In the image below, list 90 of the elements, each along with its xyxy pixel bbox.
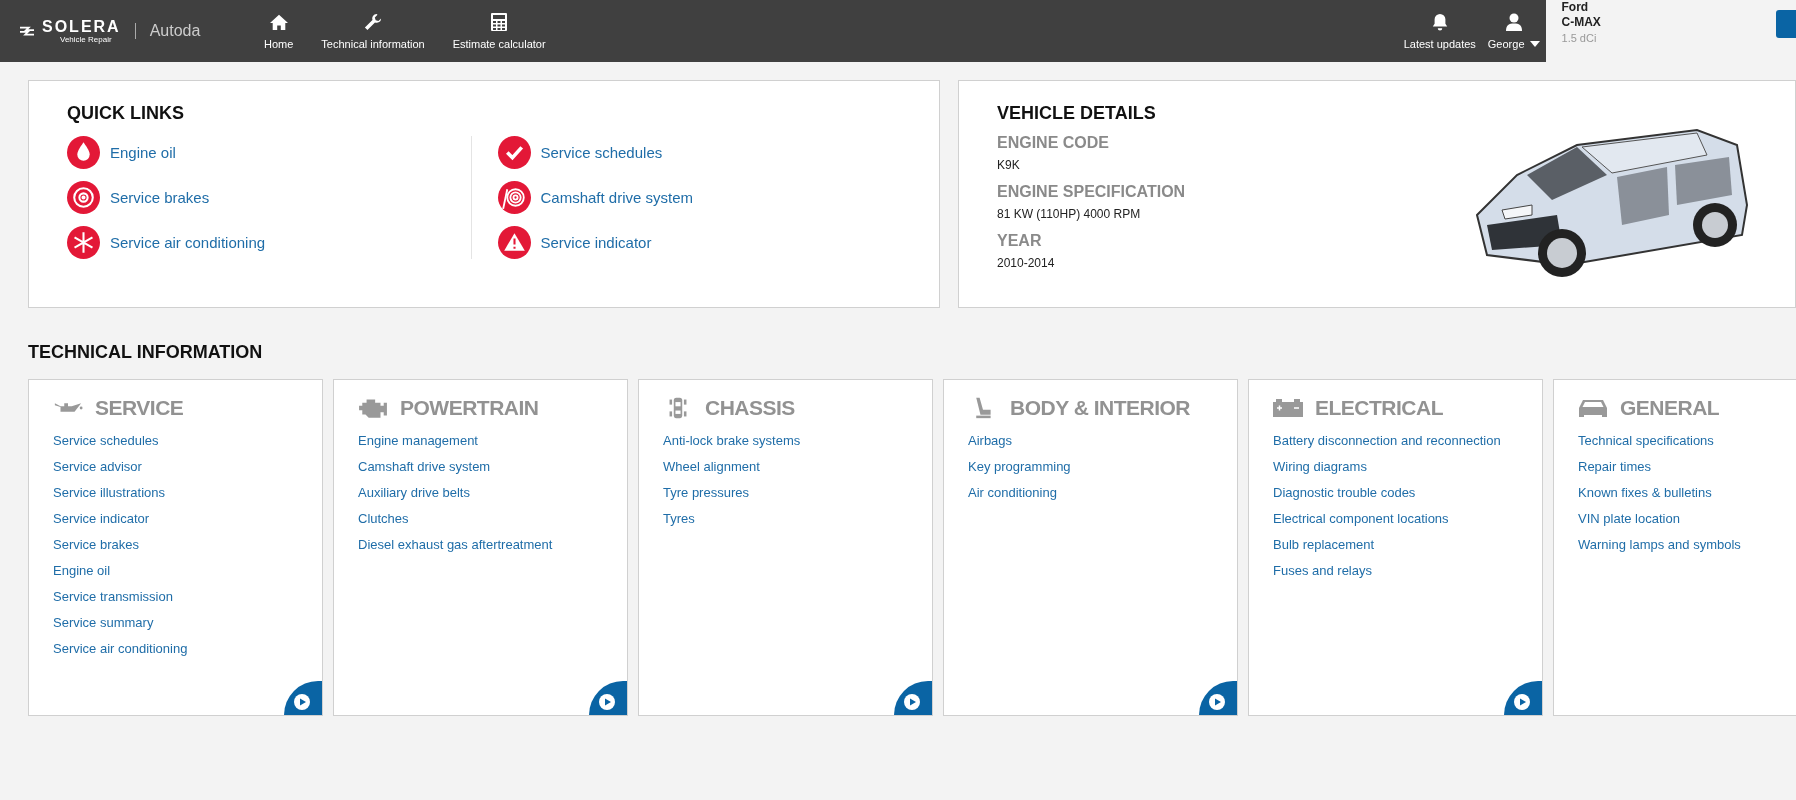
category-link[interactable]: Tyre pressures	[663, 485, 908, 500]
wrench-icon	[364, 12, 382, 31]
quick-link[interactable]: Service indicator	[497, 226, 901, 259]
drop-icon	[67, 136, 100, 169]
play-icon	[599, 694, 615, 710]
vehicle-model: C-MAX	[1561, 15, 1602, 30]
category-link[interactable]: Key programming	[968, 459, 1213, 474]
engine-icon	[358, 397, 388, 419]
category-title: GENERAL	[1620, 396, 1720, 420]
category-title: CHASSIS	[705, 396, 795, 420]
field-value: K9K	[997, 158, 1021, 172]
category-title: ELECTRICAL	[1315, 396, 1443, 420]
technical-information-title: TECHNICAL INFORMATION	[28, 342, 264, 363]
quick-links-title: QUICK LINKS	[67, 103, 185, 124]
category-link[interactable]: Wiring diagrams	[1273, 459, 1518, 474]
category-link[interactable]: Anti-lock brake systems	[663, 433, 908, 448]
category-link[interactable]: Service summary	[53, 615, 298, 630]
category-link[interactable]: Technical specifications	[1578, 433, 1796, 448]
play-icon	[294, 694, 310, 710]
user-menu[interactable]: George	[1481, 12, 1546, 50]
belt-pulley-icon	[497, 181, 531, 214]
logo-icon	[18, 24, 36, 38]
product-name: Autoda	[149, 22, 201, 40]
category-link[interactable]: Warning lamps and symbols	[1578, 537, 1796, 552]
category-link[interactable]: Service air conditioning	[53, 641, 298, 656]
category-title: POWERTRAIN	[400, 396, 539, 420]
play-button[interactable]	[589, 681, 627, 715]
category-link[interactable]: Service transmission	[53, 589, 298, 604]
play-button[interactable]	[1199, 681, 1237, 715]
category-link[interactable]: Airbags	[968, 433, 1213, 448]
category-link[interactable]: Diagnostic trouble codes	[1273, 485, 1518, 500]
checkmark-icon	[497, 136, 531, 169]
play-button[interactable]	[894, 681, 932, 715]
quick-link[interactable]: Camshaft drive system	[497, 181, 901, 214]
category-link[interactable]: Camshaft drive system	[358, 459, 603, 474]
category-link[interactable]: Service illustrations	[53, 485, 298, 500]
vehicle-make: Ford	[1561, 0, 1590, 15]
home-icon	[269, 12, 288, 31]
field-value: 81 KW (110HP) 4000 RPM	[997, 207, 1142, 221]
category-link[interactable]: Service schedules	[53, 433, 298, 448]
category-link[interactable]: Bulb replacement	[1273, 537, 1518, 552]
nav-link[interactable]: Estimate calculator	[446, 12, 552, 50]
category-link[interactable]: Repair times	[1578, 459, 1796, 474]
category-link[interactable]: Fuses and relays	[1273, 563, 1518, 578]
vehicle-details-title: VEHICLE DETAILS	[997, 103, 1157, 124]
category-link[interactable]: Service indicator	[53, 511, 298, 526]
caret-icon	[1529, 40, 1540, 47]
category-title: SERVICE	[95, 396, 184, 420]
bell-icon	[1430, 12, 1449, 31]
field-label: YEAR	[997, 232, 1043, 250]
play-icon	[1209, 694, 1225, 710]
category-link[interactable]: Clutches	[358, 511, 603, 526]
category-title: BODY & INTERIOR	[1010, 396, 1190, 420]
play-button[interactable]	[1504, 681, 1542, 715]
latest-updates-link[interactable]: Latest updates	[1397, 12, 1482, 50]
category-link[interactable]: Auxiliary drive belts	[358, 485, 603, 500]
category-link[interactable]: Battery disconnection and reconnection	[1273, 433, 1518, 448]
quick-link[interactable]: Service air conditioning	[67, 226, 471, 259]
nav-link[interactable]: Home	[258, 12, 300, 50]
quick-link[interactable]: Engine oil	[67, 136, 471, 169]
brake-disc-icon	[67, 181, 100, 214]
quick-link[interactable]: Service brakes	[67, 181, 471, 214]
category-link[interactable]: Electrical component locations	[1273, 511, 1518, 526]
category-link[interactable]: Tyres	[663, 511, 908, 526]
vehicle-engine: 1.5 dCi	[1561, 31, 1598, 46]
category-link[interactable]: Service advisor	[53, 459, 298, 474]
car-icon	[1578, 397, 1608, 419]
category-link[interactable]: Diesel exhaust gas aftertreatment	[358, 537, 603, 552]
quick-link[interactable]: Service schedules	[497, 136, 901, 169]
category-link[interactable]: Engine management	[358, 433, 603, 448]
category-link[interactable]: Engine oil	[53, 563, 298, 578]
nav-link[interactable]: Technical information	[315, 12, 431, 50]
category-link[interactable]: Service brakes	[53, 537, 298, 552]
play-button[interactable]	[284, 681, 322, 715]
category-link[interactable]: Known fixes & bulletins	[1578, 485, 1796, 500]
brand-tagline: Vehicle Repair	[60, 34, 113, 44]
category-link[interactable]: Air conditioning	[968, 485, 1213, 500]
user-icon	[1504, 12, 1523, 31]
snowflake-icon	[67, 226, 100, 259]
field-value: 2010-2014	[997, 256, 1056, 270]
warning-icon	[497, 226, 531, 259]
category-link[interactable]: Wheel alignment	[663, 459, 908, 474]
battery-icon	[1273, 397, 1303, 419]
calculator-icon	[490, 12, 509, 31]
brand-name: SOLERA	[42, 18, 121, 35]
category-link[interactable]: VIN plate location	[1578, 511, 1796, 526]
play-icon	[1514, 694, 1530, 710]
play-icon	[904, 694, 920, 710]
field-label: ENGINE SPECIFICATION	[997, 183, 1187, 201]
field-label: ENGINE CODE	[997, 134, 1110, 152]
